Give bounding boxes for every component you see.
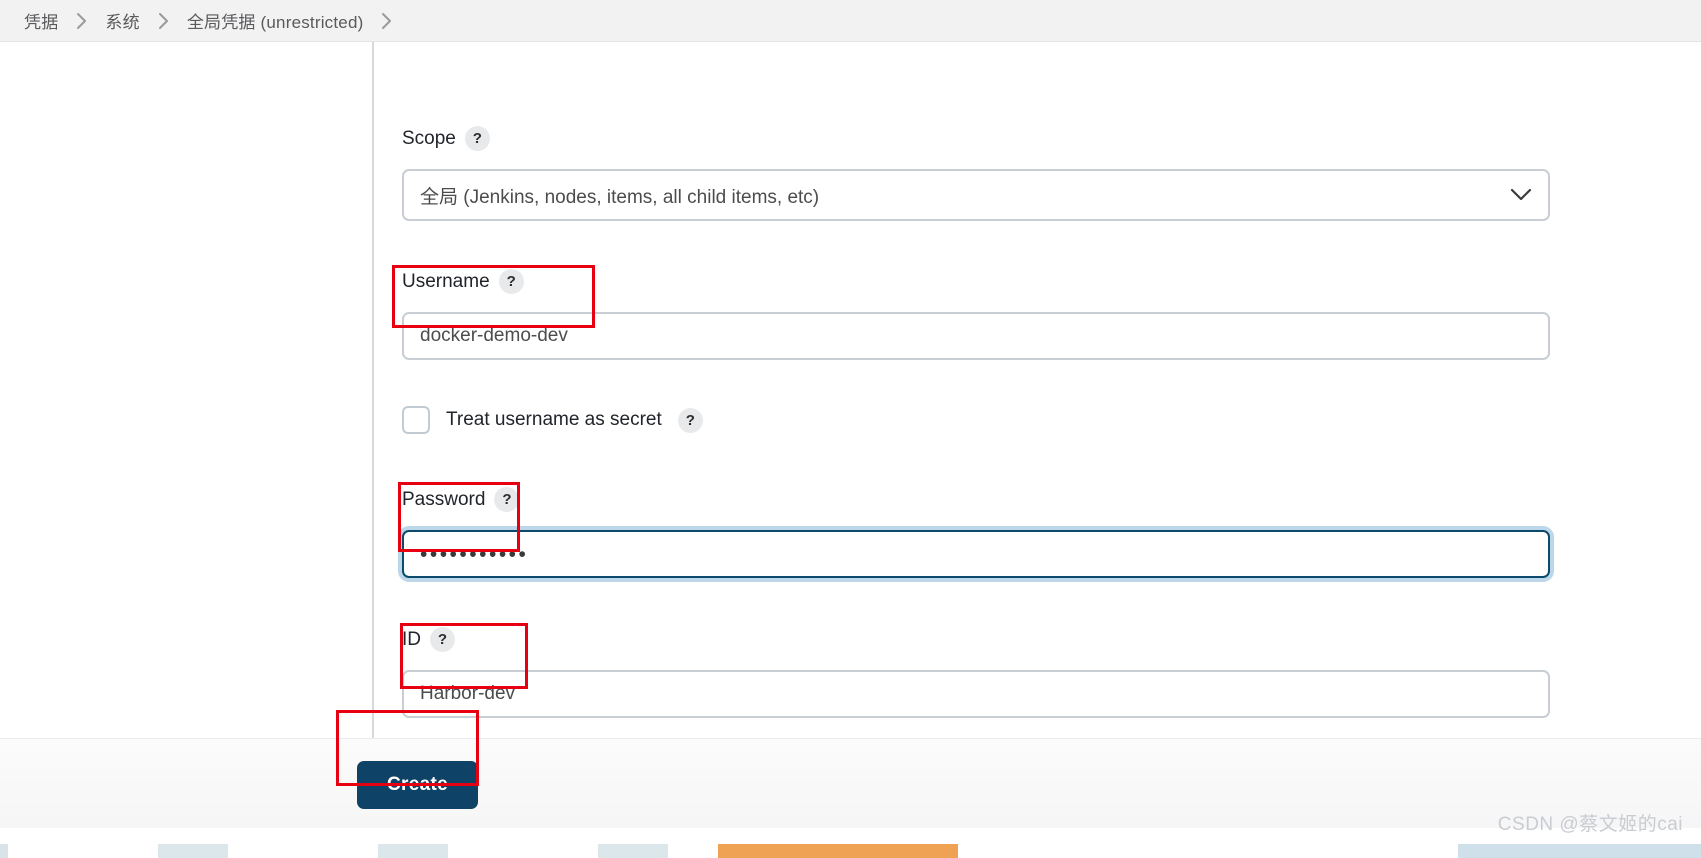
strip-segment [448, 844, 598, 858]
help-icon[interactable]: ? [498, 269, 524, 294]
strip-segment [158, 844, 228, 858]
id-input[interactable]: Harbor-dev [402, 670, 1550, 718]
username-value: docker-demo-dev [420, 325, 568, 346]
strip-segment [8, 844, 158, 858]
id-label: ID [402, 629, 421, 650]
username-label-row: Username ? [402, 269, 1550, 294]
strip-segment [958, 844, 1458, 858]
treat-username-as-secret-row: Treat username as secret ? [402, 406, 703, 434]
strip-segment [378, 844, 448, 858]
strip-segment-active [718, 844, 958, 858]
chevron-down-icon [1510, 188, 1532, 202]
scope-label: Scope [402, 128, 456, 149]
watermark: CSDN @蔡文姬的cai [1497, 814, 1683, 835]
scope-select[interactable]: 全局 (Jenkins, nodes, items, all child ite… [402, 169, 1550, 221]
field-username: Username ? docker-demo-dev [402, 269, 1550, 360]
strip-segment [0, 844, 8, 858]
treat-username-as-secret-checkbox[interactable] [402, 406, 430, 434]
chevron-right-icon [373, 12, 400, 30]
chevron-right-icon [150, 12, 177, 30]
form-left-rule [372, 42, 374, 738]
breadcrumb-item-credentials[interactable]: 凭据 [14, 8, 68, 33]
username-label: Username [402, 271, 490, 292]
help-icon[interactable]: ? [430, 627, 455, 652]
credentials-form-page: Scope ? 全局 (Jenkins, nodes, items, all c… [0, 42, 1701, 858]
field-id: ID ? Harbor-dev [402, 627, 1550, 718]
username-input[interactable]: docker-demo-dev [402, 312, 1550, 360]
breadcrumb: 凭据 系统 全局凭据 (unrestricted) [0, 0, 1701, 42]
password-value: ••••••••••• [420, 542, 529, 566]
left-gutter [0, 42, 372, 858]
form-action-bar: Create [0, 738, 1701, 828]
password-input[interactable]: ••••••••••• [402, 530, 1550, 578]
id-value: Harbor-dev [420, 683, 516, 704]
chevron-right-icon [68, 12, 95, 30]
scope-label-row: Scope ? [402, 126, 1550, 151]
scope-selected-value: 全局 (Jenkins, nodes, items, all child ite… [420, 186, 820, 208]
breadcrumb-item-system[interactable]: 系统 [95, 8, 149, 33]
password-label: Password [402, 489, 486, 510]
strip-segment [1458, 844, 1701, 858]
breadcrumb-item-global-credentials[interactable]: 全局凭据 (unrestricted) [177, 8, 374, 33]
bottom-strip [0, 844, 1701, 858]
strip-segment [598, 844, 668, 858]
treat-username-as-secret-label: Treat username as secret [446, 409, 662, 430]
field-scope: Scope ? 全局 (Jenkins, nodes, items, all c… [402, 126, 1550, 221]
id-label-row: ID ? [402, 627, 1550, 652]
password-label-row: Password ? [402, 487, 1550, 512]
help-icon[interactable]: ? [464, 126, 490, 151]
strip-segment [228, 844, 378, 858]
create-button[interactable]: Create [357, 761, 478, 809]
help-icon[interactable]: ? [494, 487, 520, 512]
field-password: Password ? ••••••••••• [402, 487, 1550, 578]
help-icon[interactable]: ? [677, 407, 703, 433]
strip-segment [668, 844, 718, 858]
